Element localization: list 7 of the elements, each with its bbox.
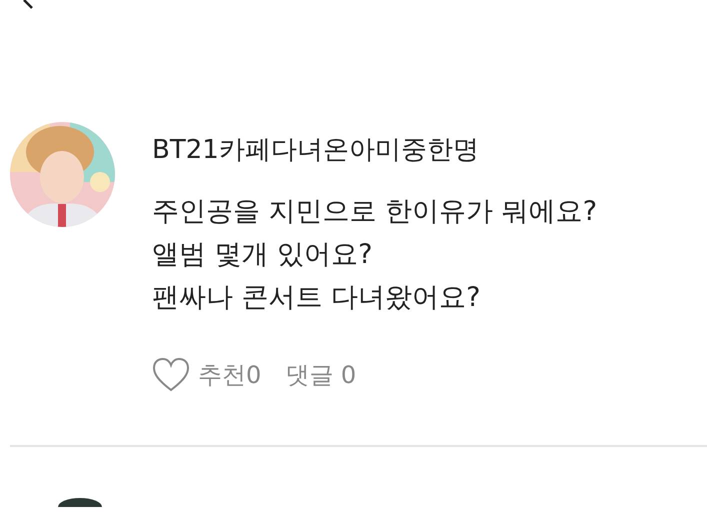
comment-text: 주인공을 지민으로 한이유가 뭐에요? [152,195,598,229]
heart-icon[interactable] [152,357,190,393]
like-count[interactable]: 추천0 [198,359,262,391]
comment-count[interactable]: 댓글 0 [285,359,356,391]
comment-text: 앨범 몇개 있어요? [152,238,374,272]
comment-text: 팬싸나 콘서트 다녀왔어요? [152,281,482,315]
author-name: BT21카페다녀온아미중한명 [152,134,480,167]
